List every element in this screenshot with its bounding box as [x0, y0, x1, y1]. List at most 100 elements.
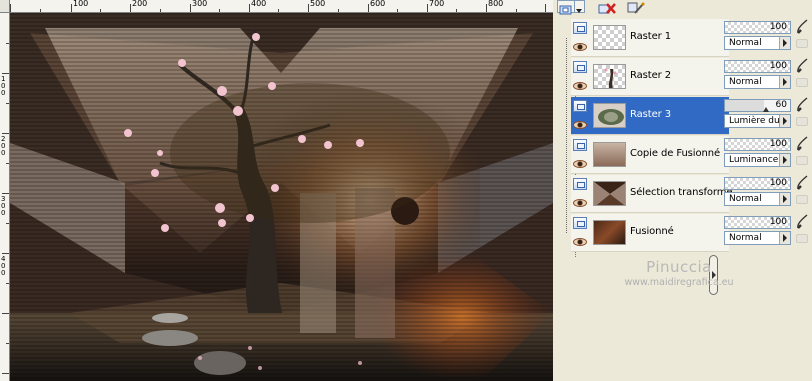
- lock-transparency-icon[interactable]: [796, 156, 808, 165]
- ruler-label-v: 0: [1, 269, 6, 277]
- ruler-tick: [2, 313, 9, 314]
- lock-transparency-icon[interactable]: [796, 78, 808, 87]
- ruler-label-600: 600: [370, 0, 386, 8]
- raster-layer-icon[interactable]: [573, 22, 587, 34]
- layer-thumbnail: [593, 220, 626, 245]
- ruler-tick: [190, 4, 191, 12]
- opacity-slider[interactable]: 100: [724, 21, 791, 34]
- opacity-slider[interactable]: 60: [724, 99, 791, 112]
- edit-brush-icon[interactable]: [795, 97, 810, 113]
- lock-transparency-icon[interactable]: [796, 117, 808, 126]
- author-watermark: Pinuccia www.maidiregrafica.eu: [614, 258, 744, 288]
- opacity-value: 100: [769, 61, 787, 71]
- lock-transparency-icon[interactable]: [796, 234, 808, 243]
- lock-transparency-icon[interactable]: [796, 39, 808, 48]
- edit-brush-icon[interactable]: [795, 214, 810, 230]
- opacity-slider[interactable]: 100: [724, 216, 791, 229]
- layer-row-raster-2[interactable]: Raster 2: [571, 58, 729, 96]
- opacity-value: 100: [769, 139, 787, 149]
- ruler-tick: [486, 4, 487, 12]
- edit-brush-icon[interactable]: [795, 175, 810, 191]
- image-canvas[interactable]: [10, 13, 553, 381]
- ruler-tick: [427, 4, 428, 12]
- ruler-label-300: 300: [192, 0, 208, 8]
- watermark-url: www.maidiregrafica.eu: [624, 277, 734, 288]
- layer-props-fusionne: 100 Normal: [722, 214, 812, 252]
- blend-mode-arrow-icon[interactable]: [779, 76, 790, 88]
- ruler-corner: [0, 0, 10, 13]
- ruler-label-100: 100: [73, 0, 89, 8]
- delete-layer-icon[interactable]: [597, 0, 619, 14]
- raster-layer-icon[interactable]: [573, 139, 587, 151]
- edit-brush-icon[interactable]: [795, 58, 810, 74]
- ruler-label-800: 800: [488, 0, 504, 8]
- blend-mode-select[interactable]: Normal: [724, 192, 791, 206]
- group-tree-line: [566, 38, 567, 233]
- opacity-slider[interactable]: 100: [724, 177, 791, 190]
- layer-row-copie-de-fusionne[interactable]: Copie de Fusionné: [571, 136, 729, 174]
- layer-props-raster-2: 100 Normal: [722, 58, 812, 96]
- ruler-tick: [368, 4, 369, 12]
- ruler-label-v: 0: [1, 89, 6, 97]
- layer-thumbnail: [593, 103, 626, 128]
- visibility-eye-icon[interactable]: [573, 160, 587, 168]
- visibility-eye-icon[interactable]: [573, 82, 587, 90]
- ruler-tick: [2, 193, 9, 194]
- ruler-label-v: 0: [1, 149, 6, 157]
- layer-name: Copie de Fusionné: [630, 148, 721, 159]
- ruler-label-200: 200: [132, 0, 148, 8]
- dropdown-arrow-icon[interactable]: [575, 0, 585, 13]
- layer-props-raster-3: 60 Lumière dure: [722, 97, 812, 135]
- raster-layer-icon[interactable]: [573, 61, 587, 73]
- artwork-image[interactable]: [10, 13, 553, 381]
- ruler-tick: [71, 4, 72, 12]
- watermark-name: Pinuccia: [646, 258, 712, 276]
- layer-row-raster-1[interactable]: Raster 1: [571, 19, 729, 57]
- layer-row-raster-3[interactable]: Raster 3: [571, 97, 729, 135]
- opacity-value: 100: [769, 178, 787, 188]
- layer-name: Raster 1: [630, 31, 671, 42]
- layer-thumbnail: [593, 25, 626, 50]
- opacity-slider[interactable]: 100: [724, 60, 791, 73]
- layer-thumbnail: [593, 64, 626, 89]
- lock-transparency-icon[interactable]: [796, 195, 808, 204]
- blend-mode-arrow-icon[interactable]: [779, 115, 790, 127]
- opacity-slider-caret[interactable]: [763, 107, 769, 112]
- blend-mode-select[interactable]: Lumière dure: [724, 114, 791, 128]
- blend-mode-arrow-icon[interactable]: [779, 232, 790, 244]
- layer-row-selection-transforme[interactable]: Sélection transformé: [571, 175, 733, 213]
- visibility-eye-icon[interactable]: [573, 121, 587, 129]
- blend-mode-select[interactable]: Luminance: [724, 153, 791, 167]
- blend-mode-arrow-icon[interactable]: [779, 154, 790, 166]
- layer-props-copie-de-fusionne: 100 Luminance: [722, 136, 812, 174]
- raster-layer-icon[interactable]: [573, 100, 587, 112]
- psp-workspace: 100 200 300 400 500 600 700 800 1 0 0 2 …: [0, 0, 812, 381]
- blend-mode-arrow-icon[interactable]: [779, 37, 790, 49]
- visibility-eye-icon[interactable]: [573, 199, 587, 207]
- ruler-tick: [2, 73, 9, 74]
- blend-mode-arrow-icon[interactable]: [779, 193, 790, 205]
- blend-mode-value: Normal: [729, 233, 762, 243]
- opacity-slider[interactable]: 100: [724, 138, 791, 151]
- raster-layer-icon[interactable]: [573, 178, 587, 190]
- visibility-eye-icon[interactable]: [573, 238, 587, 246]
- blend-mode-select[interactable]: Normal: [724, 36, 791, 50]
- image-window: 100 200 300 400 500 600 700 800 1 0 0 2 …: [0, 0, 553, 381]
- layer-properties-icon[interactable]: [627, 0, 645, 14]
- ruler-tick: [2, 253, 9, 254]
- blend-mode-select[interactable]: Normal: [724, 231, 791, 245]
- layer-thumbnail: [593, 181, 626, 206]
- ruler-tick: [545, 4, 546, 12]
- layer-row-fusionne[interactable]: Fusionné: [571, 214, 729, 252]
- opacity-value: 60: [775, 100, 787, 110]
- edit-brush-icon[interactable]: [795, 136, 810, 152]
- visibility-eye-icon[interactable]: [573, 43, 587, 51]
- new-layer-icon[interactable]: [557, 0, 575, 15]
- blend-mode-value: Luminance: [729, 155, 779, 165]
- ruler-tick: [10, 4, 11, 12]
- edit-brush-icon[interactable]: [795, 19, 810, 35]
- raster-layer-icon[interactable]: [573, 217, 587, 229]
- ruler-tick: [249, 4, 250, 12]
- blend-mode-select[interactable]: Normal: [724, 75, 791, 89]
- layer-props-raster-1: 100 Normal: [722, 19, 812, 57]
